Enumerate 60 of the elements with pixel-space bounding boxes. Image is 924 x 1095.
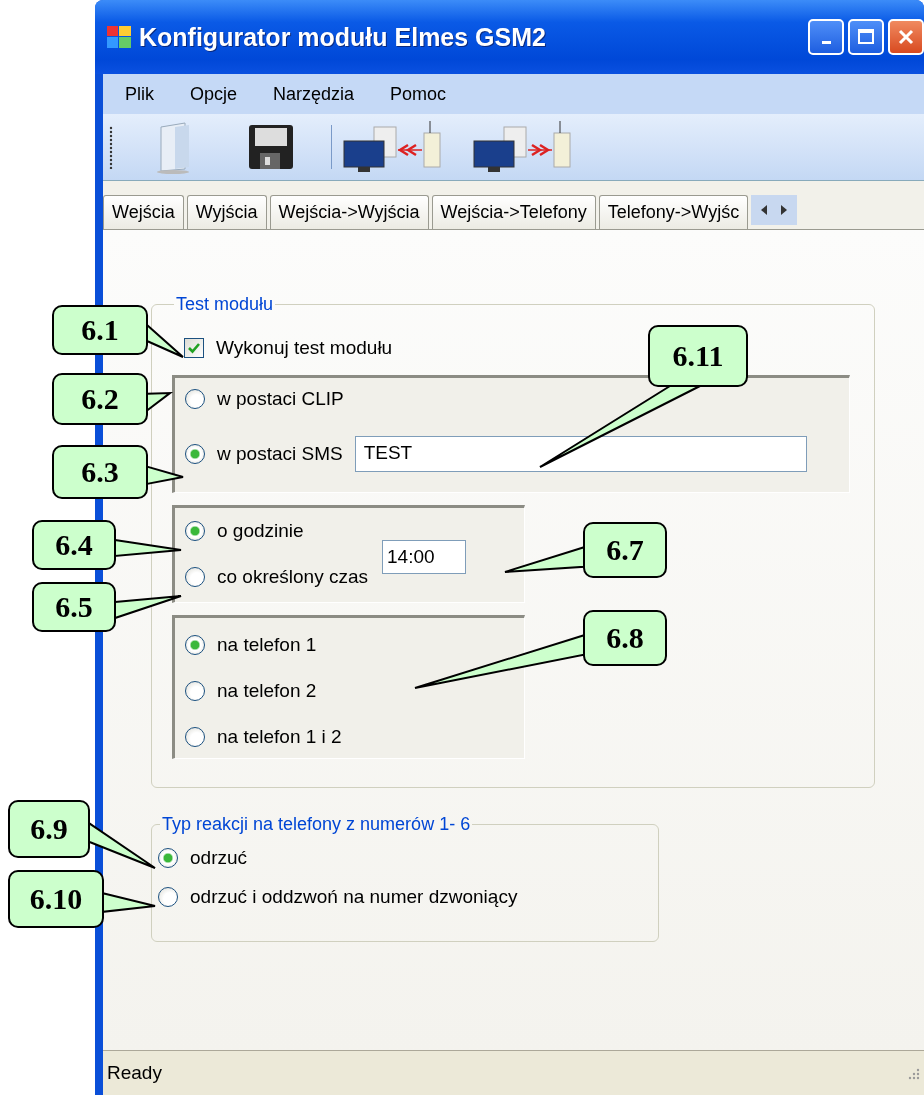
- callout-label: 6.9: [8, 800, 90, 858]
- radio-label: odrzuć: [190, 847, 248, 869]
- callout-pointer: [114, 538, 182, 558]
- grip-icon: [109, 125, 113, 169]
- radio-label: na telefon 1: [217, 634, 317, 656]
- checkbox-label: Wykonuj test modułu: [216, 337, 393, 359]
- maximize-button[interactable]: [848, 19, 884, 55]
- close-icon: [897, 28, 915, 46]
- radio-button[interactable]: [185, 521, 205, 541]
- menu-item[interactable]: Plik: [125, 83, 154, 105]
- group-title: Test modułu: [175, 294, 275, 315]
- callout-pointer: [114, 595, 182, 620]
- radio-label: na telefon 1 i 2: [217, 726, 342, 748]
- window-title: Konfigurator modułu Elmes GSM2: [139, 22, 547, 52]
- radio-label: co określony czas: [217, 566, 368, 588]
- maximize-icon: [857, 28, 875, 46]
- status-text: Ready: [107, 1062, 162, 1084]
- callout-label: 6.8: [583, 610, 667, 666]
- callout-label: 6.10: [8, 870, 104, 928]
- tab[interactable]: Wejścia->Telefony: [431, 195, 596, 229]
- radio-button[interactable]: [185, 681, 205, 701]
- minimize-icon: [821, 40, 831, 44]
- menu-item[interactable]: Narzędzia: [273, 83, 355, 105]
- app-icon: [107, 26, 131, 48]
- radio-label: o godzinie: [217, 520, 304, 542]
- callout-label: 6.11: [648, 325, 748, 387]
- tab[interactable]: Wejścia: [103, 195, 184, 229]
- radio-label: odrzuć i oddzwoń na numer dzwoniący: [190, 886, 518, 908]
- callout-label: 6.2: [52, 373, 148, 425]
- radio-button[interactable]: [185, 444, 205, 464]
- radio-button[interactable]: [158, 887, 178, 907]
- callout-pointer: [146, 465, 184, 486]
- callout-label: 6.4: [32, 520, 116, 570]
- resize-grip-icon: [906, 1066, 920, 1080]
- minimize-button[interactable]: [808, 19, 844, 55]
- group-title: Typ reakcji na telefony z numerów 1- 6: [161, 814, 472, 835]
- tab[interactable]: Telefony->Wyjśc: [598, 195, 749, 229]
- radio-button[interactable]: [185, 727, 205, 747]
- radio-label: w postaci SMS: [217, 443, 343, 465]
- time-field[interactable]: 14:00: [382, 540, 466, 574]
- tab-scroll-buttons[interactable]: [751, 195, 798, 225]
- radio-button[interactable]: [185, 635, 205, 655]
- callout-pointer: [102, 891, 156, 913]
- checkbox[interactable]: [184, 338, 204, 358]
- text-field[interactable]: TEST: [354, 436, 807, 472]
- radio-label: w postaci CLIP: [217, 388, 344, 410]
- radio-label: na telefon 2: [217, 680, 317, 702]
- radio-button[interactable]: [185, 389, 205, 409]
- check-icon: [187, 341, 201, 355]
- tab[interactable]: Wyjścia: [186, 195, 267, 229]
- callout-label: 6.3: [52, 445, 148, 499]
- menu-item[interactable]: Opcje: [190, 83, 238, 105]
- callout-pointer: [88, 821, 156, 869]
- callout-pointer: [146, 322, 184, 358]
- radio-button[interactable]: [185, 567, 205, 587]
- left-arrow-icon: [759, 204, 770, 216]
- close-button[interactable]: [888, 19, 924, 55]
- tab[interactable]: Wejścia->Wyjścia: [269, 195, 429, 229]
- menu-item[interactable]: Pomoc: [390, 83, 447, 105]
- radio-button[interactable]: [158, 848, 178, 868]
